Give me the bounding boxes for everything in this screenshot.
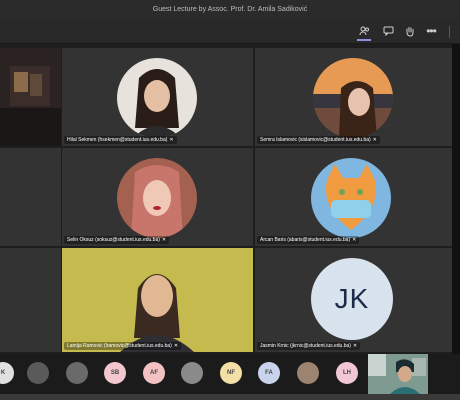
participant-name: Selin Oksuz (soksuz@student.ius.edu.ba) — [67, 237, 160, 243]
avatar — [117, 58, 197, 138]
mic-muted-icon: ✕ — [169, 137, 174, 143]
participant-tile[interactable]: Hilal Sekmen (hsekmen@student.ius.edu.ba… — [62, 48, 253, 146]
participant-tile[interactable]: JK Jasmin Krnic (jkrnic@student.ius.edu.… — [255, 248, 452, 352]
participant-name-tag: Hilal Sekmen (hsekmen@student.ius.edu.ba… — [64, 136, 177, 144]
participant-name-tag: Lamija Ramovic (lramovic@student.ius.edu… — [64, 342, 182, 350]
toolbar-divider — [449, 26, 450, 38]
participant-name-tag: Jasmin Krnic (jkrnic@student.ius.edu.ba)… — [257, 342, 361, 350]
gallery-avatar[interactable] — [66, 362, 88, 384]
participant-tile[interactable] — [0, 148, 61, 246]
mic-muted-icon: ✕ — [161, 237, 167, 243]
gallery-avatar[interactable]: SB — [104, 362, 126, 384]
participant-video-tile[interactable] — [0, 48, 61, 146]
participant-name-tag: Selin Oksuz (soksuz@student.ius.edu.ba) … — [64, 236, 170, 244]
gallery-avatar[interactable] — [181, 362, 203, 384]
window-title: Guest Lecture by Assoc. Prof. Dr. Amila … — [152, 5, 308, 13]
participant-name: Semra Islamovic (sislamovic@student.ius.… — [260, 137, 371, 143]
avatar — [117, 158, 197, 238]
gallery-avatar[interactable]: FA — [258, 362, 280, 384]
mic-muted-icon: ✕ — [372, 137, 377, 143]
scrollbar[interactable] — [452, 44, 460, 354]
raise-hand-icon[interactable] — [403, 24, 417, 38]
gallery-avatar[interactable]: LH — [336, 362, 358, 384]
meeting-toolbar: ••• — [0, 18, 460, 44]
participant-tile[interactable]: Arcan Baris (abaris@student.ius.edu.ba) … — [255, 148, 452, 246]
gallery-avatar[interactable] — [27, 362, 49, 384]
participant-gallery: K SB AF NF FA LH — [0, 354, 460, 394]
taskbar — [0, 394, 460, 400]
gallery-avatar[interactable]: K — [0, 362, 14, 384]
gallery-avatar[interactable]: AF — [143, 362, 165, 384]
participant-tile[interactable] — [0, 248, 61, 352]
more-options-button[interactable]: ••• — [424, 24, 438, 38]
mic-muted-icon: ✕ — [352, 343, 358, 349]
self-video-preview[interactable] — [368, 354, 428, 394]
participant-video-tile[interactable]: Lamija Ramovic (lramovic@student.ius.edu… — [62, 248, 253, 352]
avatar — [311, 158, 391, 238]
mic-muted-icon: ✕ — [173, 343, 179, 349]
participant-tile[interactable]: Semra Islamovic (sislamovic@student.ius.… — [255, 48, 452, 146]
window-title-bar: Guest Lecture by Assoc. Prof. Dr. Amila … — [0, 0, 460, 18]
avatar — [313, 58, 393, 138]
participant-tile[interactable]: Selin Oksuz (soksuz@student.ius.edu.ba) … — [62, 148, 253, 246]
people-icon[interactable] — [357, 23, 371, 41]
chat-icon[interactable] — [381, 24, 395, 38]
participant-name: Lamija Ramovic (lramovic@student.ius.edu… — [67, 343, 172, 349]
participant-name: Jasmin Krnic (jkrnic@student.ius.edu.ba) — [260, 343, 351, 349]
participant-name: Hilal Sekmen (hsekmen@student.ius.edu.ba… — [67, 137, 168, 143]
video-grid: Hilal Sekmen (hsekmen@student.ius.edu.ba… — [0, 44, 452, 354]
avatar-initials: JK — [311, 258, 393, 340]
gallery-avatar[interactable] — [297, 362, 319, 384]
gallery-avatar[interactable]: NF — [220, 362, 242, 384]
participant-name-tag: Arcan Baris (abaris@student.ius.edu.ba) … — [257, 236, 360, 244]
participant-name: Arcan Baris (abaris@student.ius.edu.ba) — [260, 237, 351, 243]
participant-name-tag: Semra Islamovic (sislamovic@student.ius.… — [257, 136, 380, 144]
mic-muted-icon: ✕ — [352, 237, 357, 243]
